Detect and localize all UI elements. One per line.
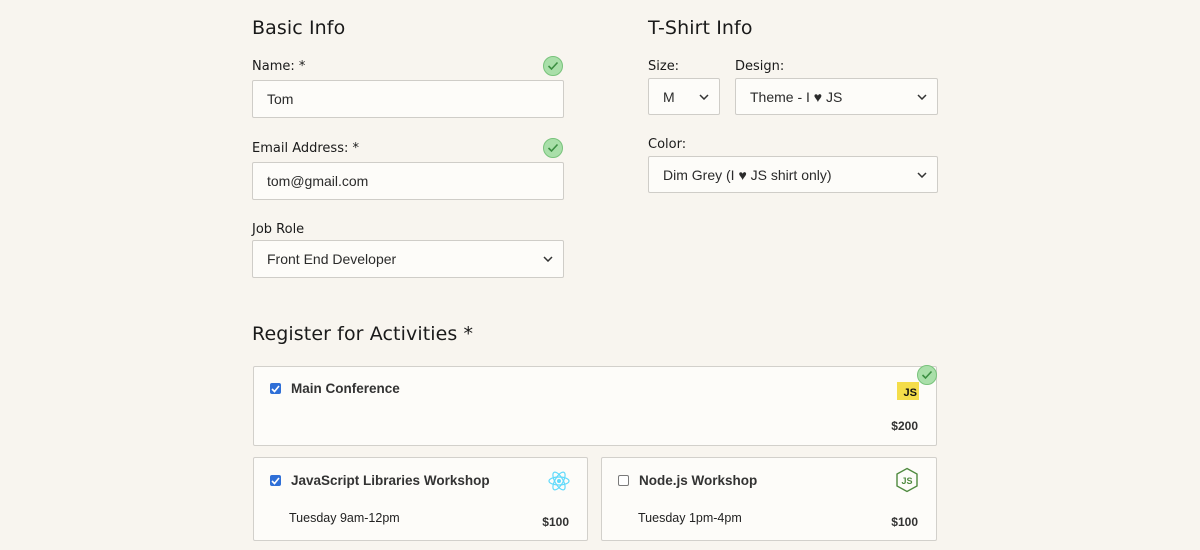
size-selected: M <box>663 88 675 105</box>
color-select[interactable]: Dim Grey (I ♥ JS shirt only) <box>648 156 938 193</box>
nodejs-checkbox[interactable] <box>618 475 629 486</box>
color-label: Color: <box>648 137 687 152</box>
main-conference-name: Main Conference <box>291 381 400 396</box>
js-libraries-name: JavaScript Libraries Workshop <box>291 473 490 488</box>
activities-valid-check-icon <box>917 365 937 385</box>
nodejs-time: Tuesday 1pm-4pm <box>638 511 742 525</box>
main-conference-price: $200 <box>891 419 918 433</box>
nodejs-name: Node.js Workshop <box>639 473 758 488</box>
js-libraries-time: Tuesday 9am-12pm <box>289 511 400 525</box>
js-libraries-checkbox[interactable] <box>270 475 281 486</box>
color-selected: Dim Grey (I ♥ JS shirt only) <box>663 166 832 183</box>
email-field[interactable]: tom@gmail.com <box>252 162 564 200</box>
activity-card-nodejs[interactable]: Node.js Workshop JS Tuesday 1pm-4pm $100 <box>601 457 937 541</box>
job-role-label: Job Role <box>252 222 305 237</box>
basic-info-heading: Basic Info <box>252 17 346 39</box>
email-field-value: tom@gmail.com <box>267 173 369 189</box>
name-field[interactable]: Tom <box>252 80 564 118</box>
email-label: Email Address: * <box>252 141 359 156</box>
size-select[interactable]: M <box>648 78 720 115</box>
size-label: Size: <box>648 59 680 74</box>
design-label: Design: <box>735 59 785 74</box>
design-selected: Theme - I ♥ JS <box>750 88 843 105</box>
javascript-badge-text: JS <box>903 387 917 399</box>
javascript-icon: JS <box>897 382 919 400</box>
tshirt-info-heading: T-Shirt Info <box>648 17 753 39</box>
chevron-down-icon <box>917 171 927 178</box>
job-role-select[interactable]: Front End Developer <box>252 240 564 278</box>
main-conference-checkbox[interactable] <box>270 383 281 394</box>
chevron-down-icon <box>699 93 709 100</box>
chevron-down-icon <box>543 256 553 262</box>
activity-card-js-libraries[interactable]: JavaScript Libraries Workshop Tuesday 9a… <box>253 457 588 541</box>
email-valid-check-icon <box>543 138 563 158</box>
nodejs-icon: JS <box>895 467 919 497</box>
name-label: Name: * <box>252 59 306 74</box>
svg-text:JS: JS <box>901 476 912 486</box>
name-field-value: Tom <box>267 91 294 107</box>
react-icon <box>547 470 571 496</box>
design-select[interactable]: Theme - I ♥ JS <box>735 78 938 115</box>
job-role-selected: Front End Developer <box>267 251 397 267</box>
activities-heading: Register for Activities * <box>252 323 474 345</box>
name-valid-check-icon <box>543 56 563 76</box>
activity-card-main-conference[interactable]: Main Conference JS $200 <box>253 366 937 446</box>
chevron-down-icon <box>917 93 927 100</box>
nodejs-price: $100 <box>891 515 918 529</box>
js-libraries-price: $100 <box>542 515 569 529</box>
